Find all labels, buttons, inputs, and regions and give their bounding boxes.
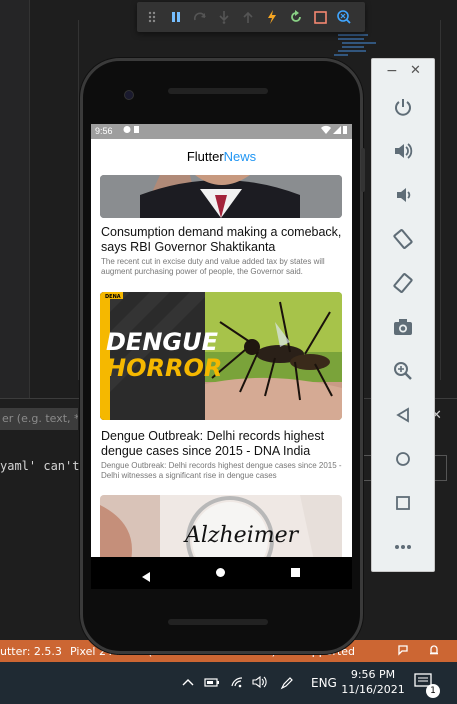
debug-toolbar bbox=[137, 2, 365, 32]
status-time: 9:56 bbox=[95, 126, 113, 136]
android-status-bar: 9:56 bbox=[91, 124, 352, 139]
volume-icon[interactable] bbox=[252, 675, 268, 691]
step-into-icon[interactable] bbox=[215, 8, 233, 26]
emulator-titlebar: − ✕ bbox=[372, 59, 434, 87]
filter-input[interactable]: er (e.g. text, **/* bbox=[0, 408, 78, 430]
power-icon[interactable] bbox=[390, 94, 416, 120]
nav-overview-icon[interactable] bbox=[291, 568, 300, 577]
article-image[interactable]: Alzheimer bbox=[100, 495, 342, 557]
phone-camera bbox=[124, 90, 134, 100]
dengue-word: DENGUE bbox=[106, 328, 219, 356]
error-message: yaml' can't be bbox=[0, 459, 80, 473]
emulator-toolbar: − ✕ bbox=[371, 58, 435, 572]
back-icon[interactable] bbox=[390, 402, 416, 428]
phone-earpiece bbox=[168, 88, 268, 94]
clock-time: 9:56 PM bbox=[350, 668, 396, 681]
step-over-icon[interactable] bbox=[191, 8, 209, 26]
clock-date: 11/16/2021 bbox=[341, 683, 405, 696]
article-image[interactable]: DENGUE HORROR DENA bbox=[100, 292, 342, 420]
editor-divider bbox=[78, 20, 79, 380]
overview-icon[interactable] bbox=[390, 490, 416, 516]
notification-badge: 1 bbox=[426, 684, 440, 698]
pen-icon[interactable] bbox=[280, 676, 294, 693]
volume-up-icon[interactable] bbox=[390, 138, 416, 164]
screen-root: er (e.g. text, **/* ✕ yaml' can't be 0] … bbox=[0, 0, 457, 704]
more-icon[interactable] bbox=[390, 534, 416, 560]
article-description: Dengue Outbreak: Delhi records highest d… bbox=[101, 461, 342, 480]
nav-back-icon[interactable] bbox=[141, 567, 151, 586]
bell-icon[interactable] bbox=[428, 644, 440, 659]
devtools-icon[interactable] bbox=[335, 8, 353, 26]
article-description: The recent cut in excise duty and value … bbox=[101, 257, 325, 276]
wifi-icon[interactable] bbox=[230, 676, 244, 691]
alzheimer-word: Alzheimer bbox=[183, 523, 300, 548]
notification-center-icon[interactable]: 1 bbox=[414, 672, 440, 698]
windows-taskbar: ENG 9:56 PM 11/16/2021 1 bbox=[0, 662, 457, 704]
hot-reload-icon[interactable] bbox=[263, 8, 281, 26]
chevron-up-icon[interactable] bbox=[182, 676, 194, 690]
app-bar-title: FlutterNews bbox=[91, 139, 352, 175]
volume-down-icon[interactable] bbox=[390, 182, 416, 208]
rotate-left-icon[interactable] bbox=[390, 226, 416, 252]
editor-divider-right bbox=[440, 20, 441, 380]
stop-icon[interactable] bbox=[311, 8, 329, 26]
news-feed[interactable]: Consumption demand making a comeback, sa… bbox=[91, 175, 352, 557]
battery-icon[interactable] bbox=[204, 676, 220, 690]
dna-badge: DENA bbox=[105, 294, 121, 300]
status-system-icons bbox=[320, 124, 348, 139]
drag-handle-icon[interactable] bbox=[143, 8, 161, 26]
step-out-icon[interactable] bbox=[239, 8, 257, 26]
pause-icon[interactable] bbox=[167, 8, 185, 26]
app-title-news: News bbox=[223, 149, 257, 164]
article-title[interactable]: Consumption demand making a comeback, sa… bbox=[101, 225, 345, 255]
rotate-right-icon[interactable] bbox=[390, 270, 416, 296]
close-icon[interactable]: ✕ bbox=[410, 63, 421, 78]
horror-word: HORROR bbox=[106, 354, 222, 382]
minimize-icon[interactable]: − bbox=[386, 63, 398, 79]
hot-restart-icon[interactable] bbox=[287, 8, 305, 26]
feedback-icon[interactable] bbox=[397, 644, 409, 659]
article-image[interactable] bbox=[100, 175, 342, 218]
zoom-icon[interactable] bbox=[390, 358, 416, 384]
android-nav-bar bbox=[91, 557, 352, 589]
clock[interactable]: 9:56 PM 11/16/2021 bbox=[340, 667, 406, 697]
flutter-version[interactable]: utter: 2.5.3 bbox=[0, 645, 62, 658]
phone-side-button bbox=[361, 148, 365, 192]
nav-home-icon[interactable] bbox=[216, 568, 225, 577]
status-notification-icons bbox=[123, 124, 141, 139]
phone-speaker bbox=[168, 619, 268, 625]
home-icon[interactable] bbox=[390, 446, 416, 472]
app-title-flutter: Flutter bbox=[186, 149, 224, 164]
screenshot-icon[interactable] bbox=[390, 314, 416, 340]
phone-screen: 9:56 FlutterNews Consumption demand maki… bbox=[91, 124, 352, 557]
article-title[interactable]: Dengue Outbreak: Delhi records highest d… bbox=[101, 429, 345, 459]
language-indicator[interactable]: ENG bbox=[311, 676, 337, 690]
